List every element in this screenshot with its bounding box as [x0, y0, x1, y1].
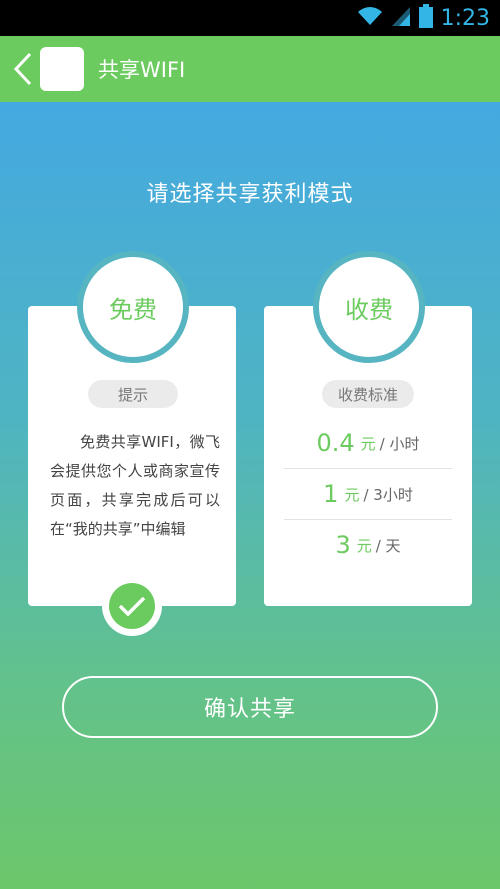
- price-unit: 元: [356, 536, 372, 555]
- price-period: / 小时: [379, 434, 420, 453]
- page-subtitle: 请选择共享获利模式: [146, 182, 354, 207]
- wifi-icon: [357, 5, 383, 31]
- hint-pill: 提示: [88, 380, 178, 408]
- free-mode-description: 免费共享WIFI，微飞会提供您个人或商家宣传页面，共享完成后可以在“我的共享”中…: [50, 433, 220, 538]
- price-period: / 天: [375, 536, 401, 555]
- selected-check[interactable]: [102, 576, 162, 636]
- price-amount: 0.4: [316, 429, 355, 457]
- price-period: / 3小时: [363, 485, 413, 504]
- paid-mode-circle[interactable]: 收费: [313, 251, 425, 363]
- price-row: 0.4 元 / 小时: [284, 418, 452, 468]
- pricing-pill: 收费标准: [322, 380, 414, 408]
- status-bar: 1:23: [0, 0, 500, 36]
- free-mode-circle[interactable]: 免费: [77, 251, 189, 363]
- price-row: 1 元 / 3小时: [284, 469, 452, 519]
- price-unit: 元: [360, 434, 376, 453]
- price-unit: 元: [344, 485, 360, 504]
- app-bar: 共享WIFI: [0, 36, 500, 102]
- price-amount: 1: [323, 480, 339, 508]
- signal-icon: [391, 5, 411, 31]
- price-row: 3 元 / 天: [284, 520, 452, 570]
- price-amount: 3: [335, 531, 351, 559]
- check-icon: [109, 583, 155, 629]
- status-time: 1:23: [440, 5, 490, 31]
- battery-icon: [418, 4, 433, 32]
- confirm-share-button[interactable]: 确认共享: [62, 676, 438, 738]
- app-title: 共享WIFI: [98, 58, 186, 82]
- chevron-left-icon[interactable]: [8, 36, 38, 102]
- app-logo: [40, 47, 84, 91]
